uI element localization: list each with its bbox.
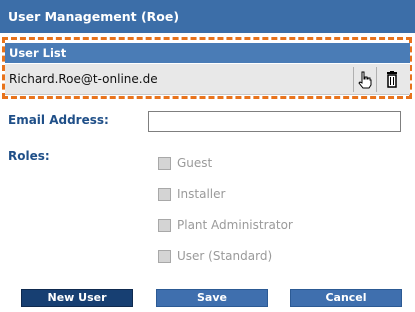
role-label: User (Standard) [177,249,273,263]
checkbox[interactable] [158,156,171,170]
save-button[interactable]: Save [156,289,268,307]
role-label: Guest [177,156,213,170]
hand-pointer-icon[interactable] [353,67,377,92]
role-label: Plant Administrator [177,218,293,232]
checkbox[interactable] [158,218,171,232]
cancel-button[interactable]: Cancel [290,289,402,307]
email-field[interactable] [148,111,401,132]
role-option-user-standard[interactable]: User (Standard) [158,249,272,263]
table-row[interactable]: Richard.Roe@t-online.de [5,64,410,95]
roles-label: Roles: [8,149,50,163]
trash-icon[interactable] [380,67,404,92]
user-list-header: User List [5,43,410,63]
user-email: Richard.Roe@t-online.de [9,72,158,86]
checkbox[interactable] [158,249,171,263]
role-option-installer[interactable]: Installer [158,187,225,201]
page-title: User Management (Roe) [0,0,415,33]
role-option-plant-administrator[interactable]: Plant Administrator [158,218,293,232]
role-option-guest[interactable]: Guest [158,156,212,170]
new-user-button[interactable]: New User [21,289,133,307]
email-label: Email Address: [8,113,109,127]
role-label: Installer [177,187,226,201]
checkbox[interactable] [158,187,171,201]
